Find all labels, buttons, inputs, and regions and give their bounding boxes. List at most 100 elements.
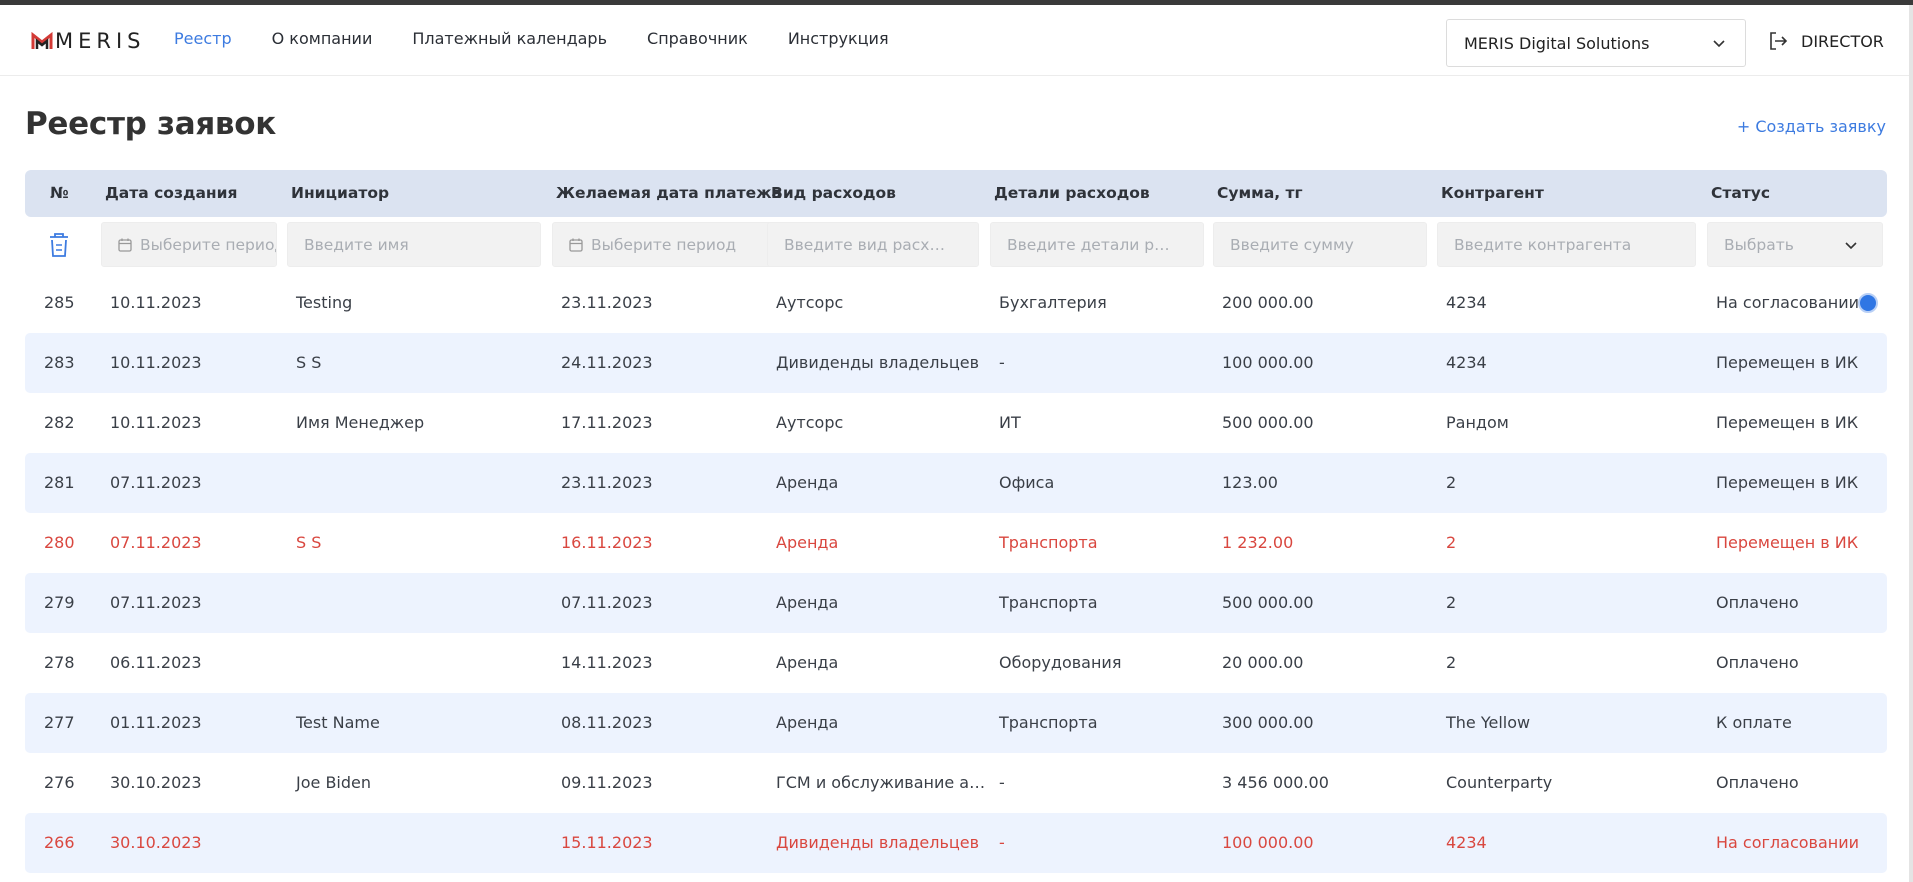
table-row[interactable]: 277 01.11.2023 Test Name 08.11.2023 Арен… <box>25 693 1887 753</box>
scrollbar[interactable] <box>1909 5 1913 882</box>
cell-created-date: 10.11.2023 <box>110 293 202 312</box>
column-header-number[interactable]: № <box>50 184 69 202</box>
cell-payment-date: 16.11.2023 <box>561 533 653 552</box>
cell-payment-date: 24.11.2023 <box>561 353 653 372</box>
cell-payment-date: 08.11.2023 <box>561 713 653 732</box>
column-header-created-date[interactable]: Дата создания <box>105 184 237 202</box>
nav-item-instructions[interactable]: Инструкция <box>788 29 889 48</box>
cell-amount: 123.00 <box>1222 473 1278 492</box>
nav-item-about-company[interactable]: О компании <box>272 29 373 48</box>
cell-expense-details: Бухгалтерия <box>999 293 1107 312</box>
table-row[interactable]: 266 30.10.2023 15.11.2023 Дивиденды влад… <box>25 813 1887 873</box>
created-date-filter-placeholder: Выберите период <box>140 235 277 254</box>
cell-expense-type: Аренда <box>776 473 839 492</box>
column-header-expense-details[interactable]: Детали расходов <box>994 184 1150 202</box>
cell-amount: 500 000.00 <box>1222 593 1314 612</box>
cell-payment-date: 07.11.2023 <box>561 593 653 612</box>
cell-status: Перемещен в ИК <box>1716 413 1859 432</box>
column-header-expense-type[interactable]: Вид расходов <box>771 184 896 202</box>
cell-expense-details: ИТ <box>999 413 1021 432</box>
cell-status: К оплате <box>1716 713 1792 732</box>
cell-expense-type: Дивиденды владельцев <box>776 353 980 372</box>
cell-status: Оплачено <box>1716 593 1799 612</box>
calendar-icon <box>118 238 132 252</box>
logout-button[interactable]: DIRECTOR <box>1767 30 1884 52</box>
cell-created-date: 07.11.2023 <box>110 593 202 612</box>
table-row[interactable]: 276 30.10.2023 Joe Biden 09.11.2023 ГСМ … <box>25 753 1887 813</box>
cell-number: 283 <box>44 353 75 372</box>
cell-initiator: S S <box>296 353 322 372</box>
created-date-filter[interactable]: Выберите период <box>101 222 277 267</box>
cell-counterparty: The Yellow <box>1446 713 1531 732</box>
cell-status: Перемещен в ИК <box>1716 353 1859 372</box>
cell-amount: 3 456 000.00 <box>1222 773 1329 792</box>
expense-type-filter-input[interactable]: Введите вид расх… <box>767 222 979 267</box>
trash-icon[interactable] <box>47 231 71 259</box>
cell-expense-type: Аутсорс <box>776 293 844 312</box>
table-row[interactable]: 279 07.11.2023 07.11.2023 Аренда Транспо… <box>25 573 1887 633</box>
expense-details-filter-placeholder: Введите детали р… <box>1007 235 1170 254</box>
column-header-amount[interactable]: Сумма, тг <box>1217 184 1303 202</box>
cell-payment-date: 15.11.2023 <box>561 833 653 852</box>
cell-amount: 20 000.00 <box>1222 653 1304 672</box>
cell-initiator: Test Name <box>296 713 380 732</box>
cell-created-date: 07.11.2023 <box>110 473 202 492</box>
cell-number: 279 <box>44 593 75 612</box>
column-header-status[interactable]: Статус <box>1711 184 1770 202</box>
amount-filter-input[interactable]: Введите сумму <box>1213 222 1427 267</box>
user-role-label: DIRECTOR <box>1801 31 1884 51</box>
company-select-value: MERIS Digital Solutions <box>1464 33 1650 53</box>
table-row[interactable]: 282 10.11.2023 Имя Менеджер 17.11.2023 А… <box>25 393 1887 453</box>
expense-details-filter-input[interactable]: Введите детали р… <box>990 222 1204 267</box>
counterparty-filter-input[interactable]: Введите контрагента <box>1437 222 1696 267</box>
logo[interactable]: MERIS <box>31 29 146 53</box>
table-row[interactable]: 281 07.11.2023 23.11.2023 Аренда Офиса 1… <box>25 453 1887 513</box>
cell-expense-details: Транспорта <box>999 713 1098 732</box>
cell-initiator: Testing <box>296 293 353 312</box>
cell-payment-date: 14.11.2023 <box>561 653 653 672</box>
column-header-payment-date[interactable]: Желаемая дата платежа <box>556 184 782 202</box>
nav-item-payment-calendar[interactable]: Платежный календарь <box>412 29 607 48</box>
cell-counterparty: 4234 <box>1446 833 1487 852</box>
table-row[interactable]: 283 10.11.2023 S S 24.11.2023 Дивиденды … <box>25 333 1887 393</box>
nav-item-registry[interactable]: Реестр <box>174 29 232 48</box>
status-filter-select[interactable]: Выбрать <box>1707 222 1883 267</box>
cell-initiator: S S <box>296 533 322 552</box>
page-title: Реестр заявок <box>25 106 276 142</box>
cell-number: 278 <box>44 653 75 672</box>
nav-item-directory[interactable]: Справочник <box>647 29 748 48</box>
cell-counterparty: 4234 <box>1446 353 1487 372</box>
initiator-filter-placeholder: Введите имя <box>304 235 409 254</box>
cell-expense-type: Аренда <box>776 593 839 612</box>
cell-status: Оплачено <box>1716 773 1799 792</box>
top-navbar: MERIS Реестр О компании Платежный календ… <box>0 5 1909 76</box>
main-nav: Реестр О компании Платежный календарь Сп… <box>174 29 929 48</box>
company-select[interactable]: MERIS Digital Solutions <box>1446 19 1746 67</box>
column-header-initiator[interactable]: Инициатор <box>291 184 389 202</box>
column-header-counterparty[interactable]: Контрагент <box>1441 184 1544 202</box>
cell-amount: 1 232.00 <box>1222 533 1294 552</box>
cell-expense-type: Аренда <box>776 533 839 552</box>
initiator-filter-input[interactable]: Введите имя <box>287 222 541 267</box>
cell-created-date: 30.10.2023 <box>110 833 202 852</box>
payment-date-filter-placeholder: Выберите период <box>591 235 737 254</box>
calendar-icon <box>569 238 583 252</box>
cell-counterparty: Рандом <box>1446 413 1509 432</box>
table-row[interactable]: 285 10.11.2023 Testing 23.11.2023 Аутсор… <box>25 273 1887 333</box>
cell-number: 280 <box>44 533 75 552</box>
cell-created-date: 10.11.2023 <box>110 413 202 432</box>
cell-expense-type: Аренда <box>776 713 839 732</box>
cell-initiator: Joe Biden <box>296 773 371 792</box>
table-row[interactable]: 278 06.11.2023 14.11.2023 Аренда Оборудо… <box>25 633 1887 693</box>
cell-expense-type: Дивиденды владельцев <box>776 833 980 852</box>
cell-expense-details: Транспорта <box>999 593 1098 612</box>
cell-created-date: 30.10.2023 <box>110 773 202 792</box>
cell-counterparty: 4234 <box>1446 293 1487 312</box>
payment-date-filter[interactable]: Выберите период <box>552 222 781 267</box>
table-row[interactable]: 280 07.11.2023 S S 16.11.2023 Аренда Тра… <box>25 513 1887 573</box>
create-request-button[interactable]: + Создать заявку <box>1737 117 1886 136</box>
cell-expense-details: - <box>999 353 1005 372</box>
cell-number: 277 <box>44 713 75 732</box>
cell-expense-type: Аренда <box>776 653 839 672</box>
cell-amount: 200 000.00 <box>1222 293 1314 312</box>
